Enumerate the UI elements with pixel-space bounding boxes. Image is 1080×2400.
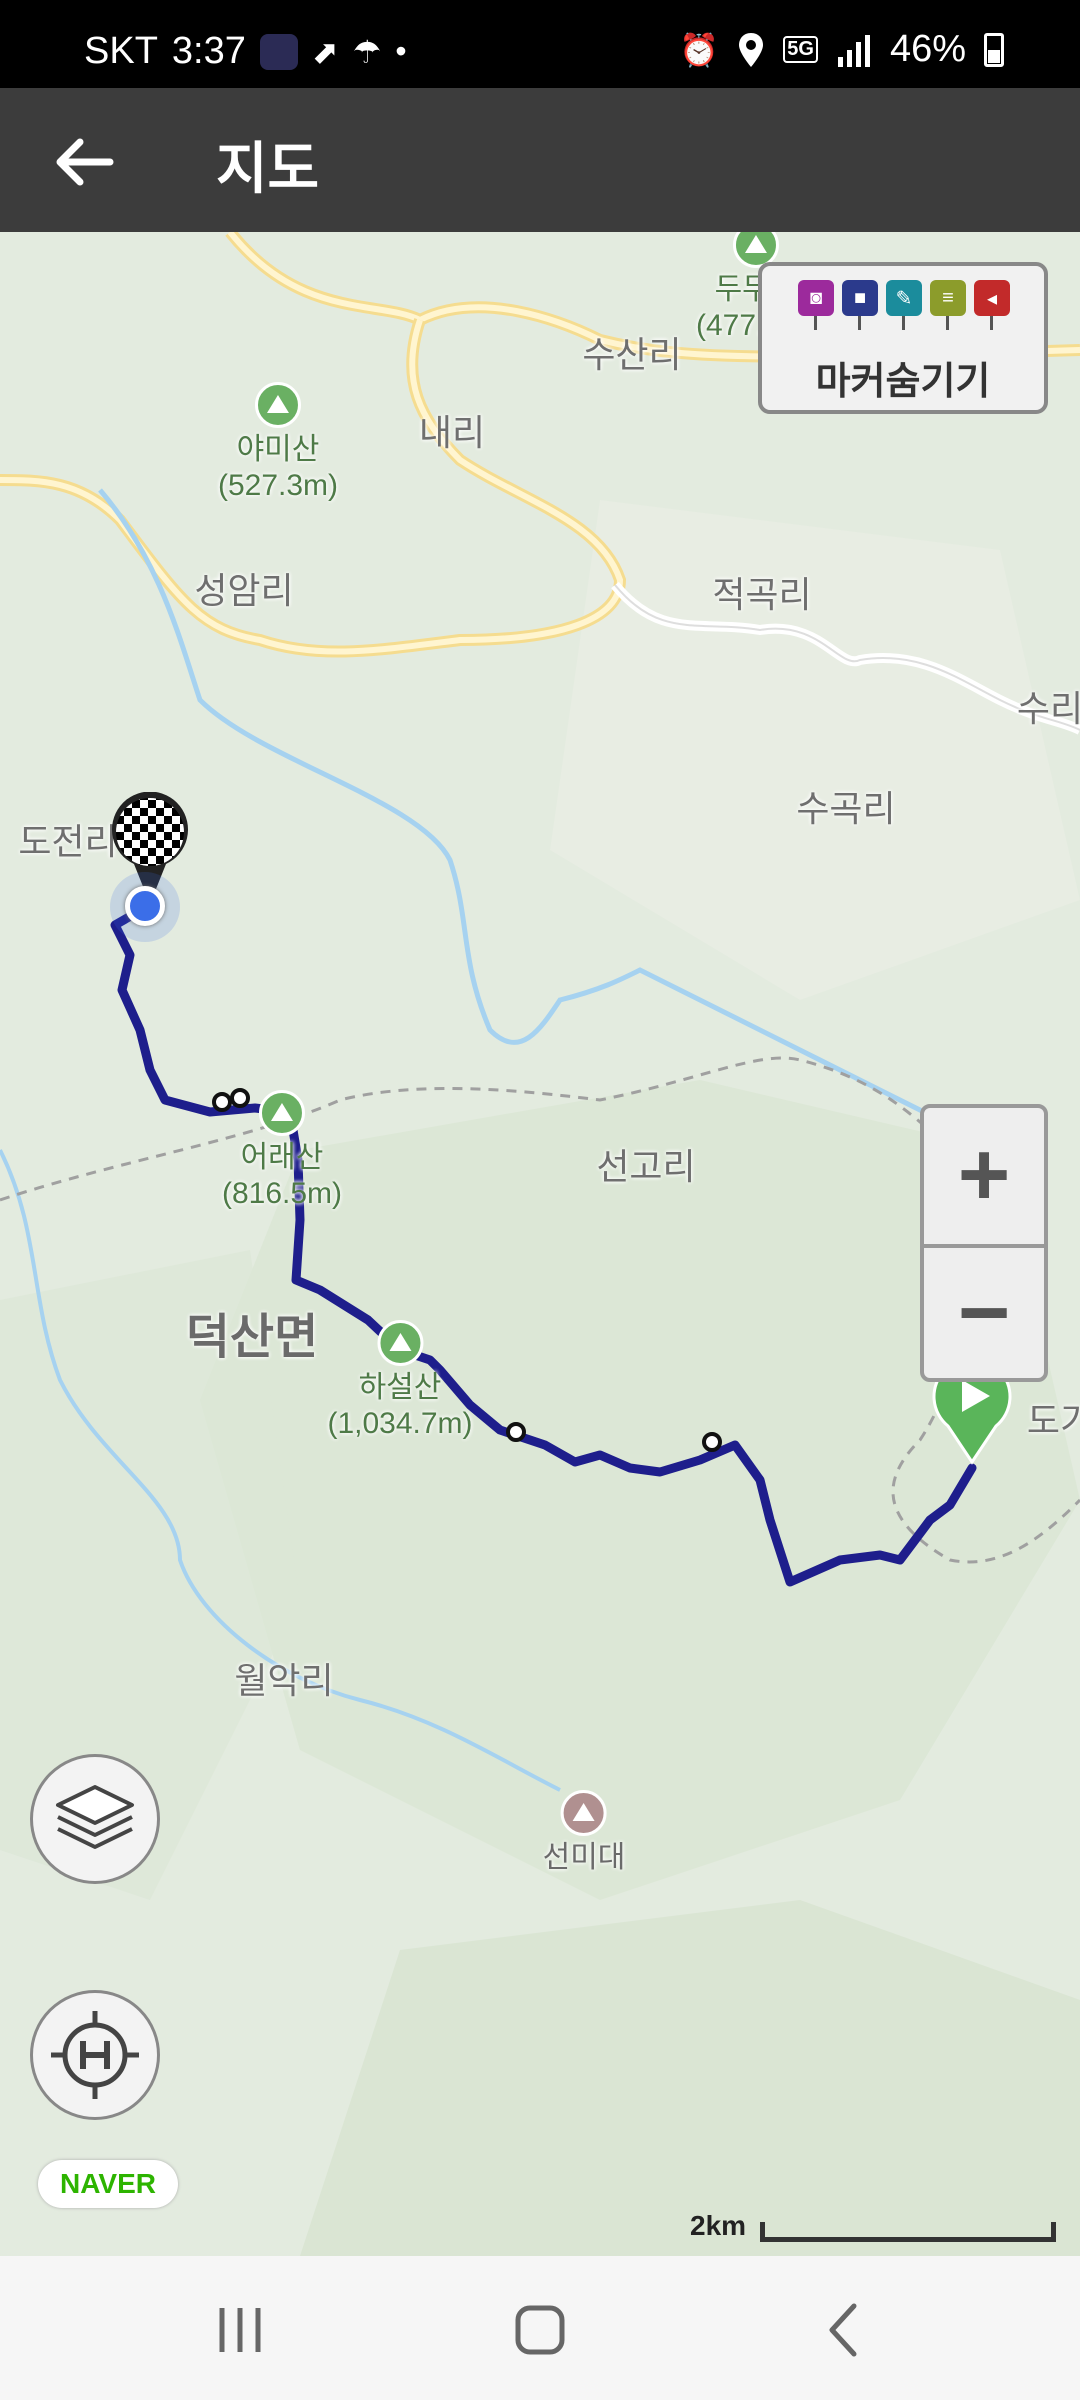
- location-icon: [739, 32, 764, 67]
- signal-icon: [837, 34, 870, 67]
- marker-pins: ◙ ■ ✎ ≡ ◂: [798, 280, 1010, 330]
- more-notifications-dot-icon: •: [395, 33, 407, 69]
- crosshair-icon: [51, 2011, 139, 2099]
- marker-hide-toggle[interactable]: ◙ ■ ✎ ≡ ◂ 마커숨기기: [758, 262, 1048, 414]
- activity-notification-icon: ☂: [352, 33, 382, 70]
- map-view[interactable]: 도전리 수산리 내리 성암리 적곡리 수곡리 수리 선고리 덕산면 월악리 도기…: [0, 232, 1080, 2256]
- waypoint[interactable]: [230, 1088, 250, 1108]
- status-bar: SKT 3:37 ⬈ ☂ • ⏰ 5G 46%: [0, 0, 1080, 88]
- scale-label: 2km: [690, 2210, 747, 2241]
- scale-bar: [760, 2222, 1057, 2242]
- zoom-out-button[interactable]: −: [924, 1244, 1044, 1378]
- back-nav-icon[interactable]: [804, 2300, 884, 2360]
- recent-apps-icon[interactable]: [200, 2300, 280, 2360]
- map-layers-button[interactable]: [30, 1754, 160, 1884]
- status-right: ⏰ 5G 46%: [679, 28, 1004, 71]
- alarm-icon: ⏰: [679, 31, 720, 68]
- naver-logo: NAVER: [38, 2160, 178, 2208]
- marker-hide-label: 마커숨기기: [815, 361, 991, 403]
- zoom-in-button[interactable]: +: [924, 1108, 1044, 1242]
- page-title: 지도: [216, 137, 320, 200]
- flag-icon: ◂: [974, 280, 1010, 330]
- layers-icon: [56, 1785, 134, 1849]
- locate-me-button[interactable]: [30, 1990, 160, 2120]
- home-icon[interactable]: [500, 2300, 580, 2360]
- camera-icon: ◙: [798, 280, 834, 330]
- directions-notification-icon: ⬈: [311, 33, 339, 70]
- carrier-label: SKT: [84, 30, 158, 72]
- route-waypoints: [212, 1088, 722, 1452]
- clock: 3:37: [171, 30, 246, 72]
- back-arrow-icon[interactable]: [46, 124, 122, 200]
- waypoint[interactable]: [212, 1092, 232, 1112]
- map-scale: 2km: [690, 2210, 1057, 2242]
- zoom-controls: + −: [920, 1104, 1048, 1382]
- waypoint[interactable]: [702, 1432, 722, 1452]
- pen-icon: ✎: [886, 280, 922, 330]
- battery-icon: [984, 32, 1004, 67]
- video-icon: ■: [842, 280, 878, 330]
- current-location-dot: [125, 886, 165, 926]
- network-type-badge: 5G: [783, 36, 818, 63]
- system-nav-bar: [0, 2256, 1080, 2400]
- route-app-notification-icon: [259, 33, 298, 70]
- note-icon: ≡: [930, 280, 966, 330]
- waypoint[interactable]: [506, 1422, 526, 1442]
- status-left: SKT 3:37 ⬈ ☂ •: [84, 30, 407, 73]
- battery-percent: 46%: [889, 28, 966, 70]
- app-bar: 지도: [0, 88, 1080, 232]
